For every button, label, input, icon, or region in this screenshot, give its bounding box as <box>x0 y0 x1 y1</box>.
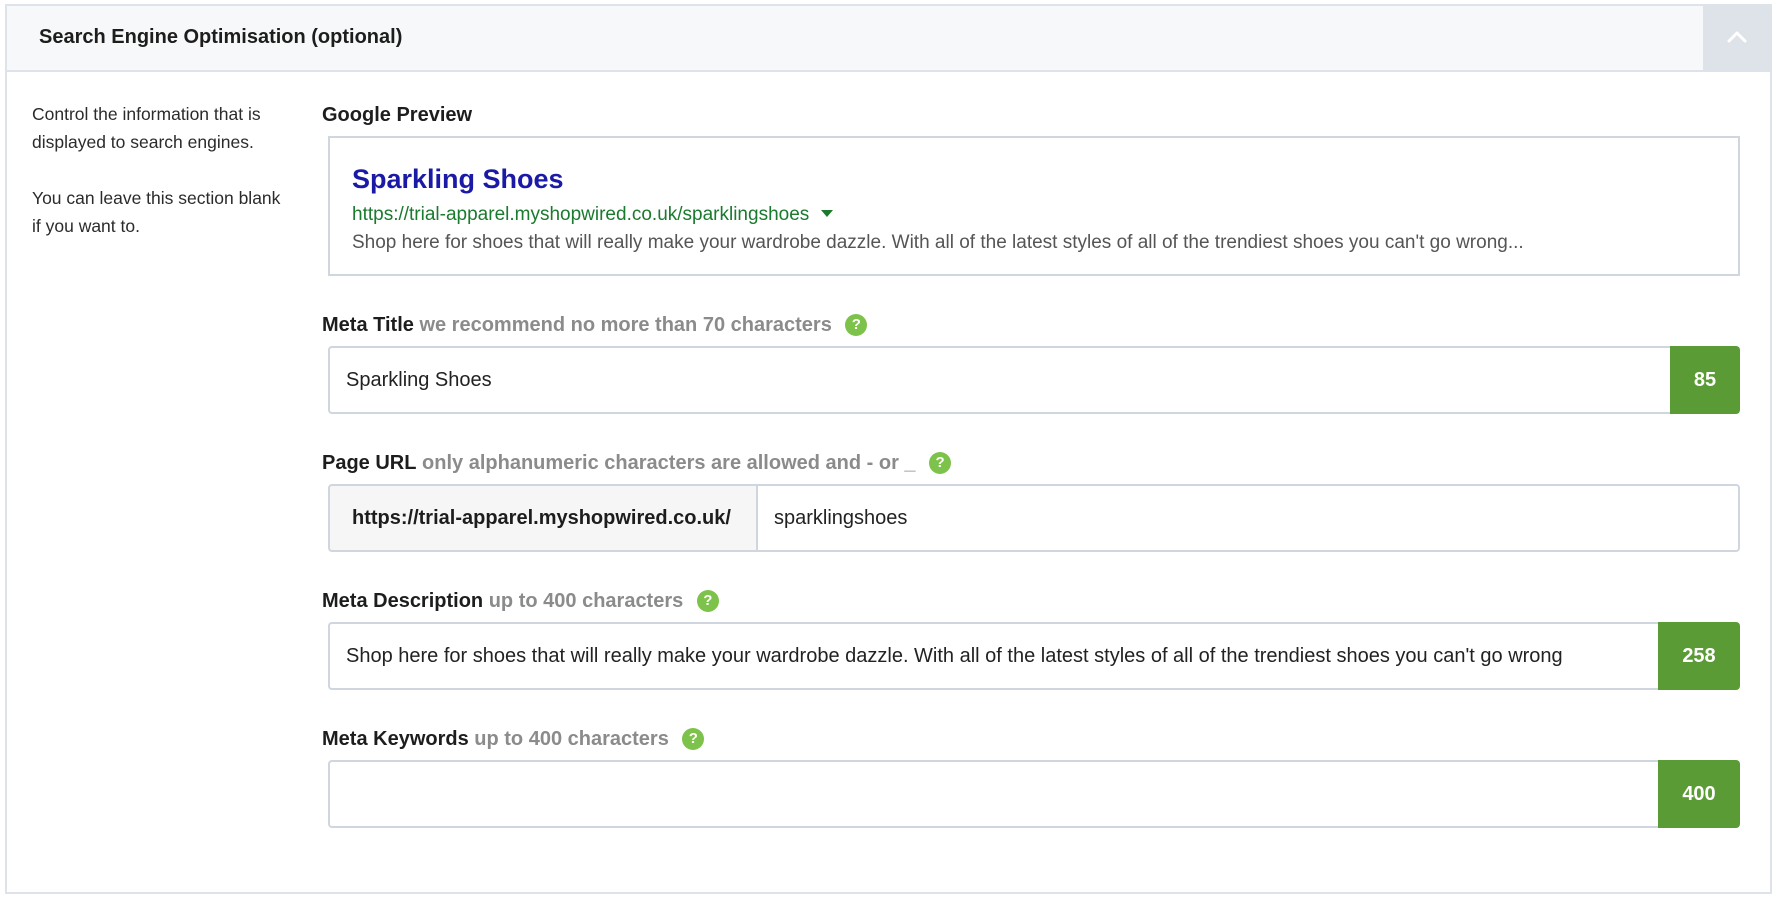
google-preview-label-text: Google Preview <box>322 104 473 126</box>
meta-description-input[interactable] <box>328 622 1660 690</box>
help-icon[interactable]: ? <box>929 452 952 474</box>
meta-keywords-char-counter: 400 <box>1658 760 1740 828</box>
chevron-up-icon <box>1727 31 1747 43</box>
page-url-input[interactable] <box>756 484 1740 552</box>
preview-description: Shop here for shoes that will really mak… <box>352 232 1524 253</box>
google-preview-box: Sparkling Shoes https://trial-apparel.my… <box>328 136 1740 276</box>
meta-keywords-field-group: 400 <box>328 760 1740 828</box>
help-icon[interactable]: ? <box>845 314 868 336</box>
caret-down-icon <box>821 210 834 217</box>
meta-keywords-input[interactable] <box>328 760 1660 828</box>
side-note: Control the information that is displaye… <box>32 100 292 268</box>
meta-title-label-text: Meta Title <box>322 314 414 336</box>
preview-title: Sparkling Shoes <box>352 164 564 194</box>
help-icon[interactable]: ? <box>682 728 705 750</box>
meta-description-char-counter: 258 <box>1658 622 1740 690</box>
page-url-prefix: https://trial-apparel.myshopwired.co.uk/ <box>328 484 758 552</box>
meta-keywords-label-text: Meta Keywords <box>322 728 469 750</box>
meta-description-field-group: 258 <box>328 622 1740 690</box>
meta-title-hint: we recommend no more than 70 characters <box>419 314 832 336</box>
meta-title-label: Meta Title we recommend no more than 70 … <box>322 314 868 337</box>
page-url-label-text: Page URL <box>322 452 417 474</box>
meta-title-field-group: 85 <box>328 346 1740 414</box>
meta-description-label-text: Meta Description <box>322 590 484 612</box>
preview-url: https://trial-apparel.myshopwired.co.uk/… <box>352 204 810 225</box>
meta-keywords-hint: up to 400 characters <box>474 728 669 750</box>
preview-url-row: https://trial-apparel.myshopwired.co.uk/… <box>352 204 834 226</box>
meta-description-hint: up to 400 characters <box>488 590 684 612</box>
meta-title-input[interactable] <box>328 346 1672 414</box>
panel-title: Search Engine Optimisation (optional) <box>39 26 403 48</box>
meta-keywords-label: Meta Keywords up to 400 characters ? <box>322 728 705 751</box>
page-url-field-group: https://trial-apparel.myshopwired.co.uk/ <box>328 484 1740 552</box>
page-url-hint: only alphanumeric characters are allowed… <box>422 452 916 474</box>
side-note-text-2: You can leave this section blank if you … <box>32 188 281 236</box>
page-url-label: Page URL only alphanumeric characters ar… <box>322 452 952 475</box>
help-icon[interactable]: ? <box>696 590 719 612</box>
collapse-button[interactable] <box>1703 6 1770 70</box>
meta-title-char-counter: 85 <box>1670 346 1740 414</box>
google-preview-label: Google Preview <box>322 104 472 127</box>
panel-header[interactable]: Search Engine Optimisation (optional) <box>7 6 1770 72</box>
meta-description-label: Meta Description up to 400 characters ? <box>322 590 719 613</box>
side-note-text-1: Control the information that is displaye… <box>32 104 261 152</box>
